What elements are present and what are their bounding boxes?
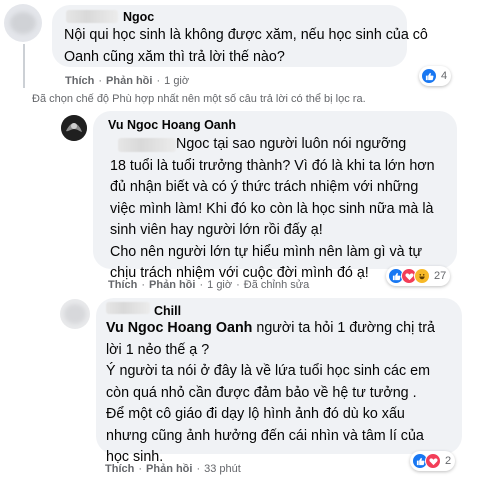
reaction-count: 4 [441, 70, 448, 82]
avatar-oanh[interactable] [61, 115, 87, 141]
love-icon [425, 453, 441, 469]
comment-text: Ngoc tại sao người luôn nói ngưỡng 18 tu… [110, 136, 435, 281]
reaction-count: 2 [445, 455, 452, 467]
comment-text: Nội qui học sinh là không được xăm, nếu … [64, 27, 428, 65]
avatar-chill[interactable] [60, 299, 90, 329]
comment-actions: Thích · Phản hồi · 33 phút [105, 463, 241, 475]
comment-text: Vu Ngoc Hoang Oanh người ta hỏi 1 đường … [106, 320, 435, 465]
comment-author[interactable]: Ngoc [123, 10, 154, 24]
timestamp[interactable]: 1 giờ [207, 279, 232, 291]
reply-button[interactable]: Phản hồi [146, 463, 192, 475]
reaction-summary[interactable]: 2 [410, 451, 456, 471]
like-button[interactable]: Thích [65, 75, 94, 87]
mention-link[interactable]: Vu Ngoc Hoang Oanh [106, 320, 252, 336]
redacted-name [66, 10, 118, 23]
profile-photo-icon [61, 115, 87, 141]
reply-button[interactable]: Phản hồi [149, 279, 195, 291]
reply-button[interactable]: Phản hồi [106, 75, 152, 87]
avatar-ngoc[interactable] [4, 4, 42, 42]
comment-actions: Thích · Phản hồi · 1 giờ · Đã chỉnh sửa [108, 279, 310, 291]
reaction-count: 27 [434, 270, 447, 282]
reaction-summary[interactable]: 4 [419, 66, 452, 86]
redacted-name [106, 302, 150, 314]
timestamp[interactable]: 1 giờ [164, 75, 189, 87]
haha-icon [414, 268, 430, 284]
edited-label[interactable]: Đã chỉnh sửa [244, 279, 309, 291]
reaction-summary[interactable]: 27 [386, 266, 451, 286]
like-button[interactable]: Thích [108, 279, 137, 291]
comment-author[interactable]: Vu Ngoc Hoang Oanh [108, 118, 236, 132]
thread-connector [23, 44, 25, 88]
filter-notice: Đã chọn chế độ Phù hợp nhất nên một số c… [32, 93, 366, 105]
like-icon [421, 68, 437, 84]
timestamp[interactable]: 33 phút [204, 463, 241, 475]
comment-author[interactable]: Chill [154, 304, 181, 318]
comment-actions: Thích · Phản hồi · 1 giờ [65, 75, 190, 87]
like-button[interactable]: Thích [105, 463, 134, 475]
